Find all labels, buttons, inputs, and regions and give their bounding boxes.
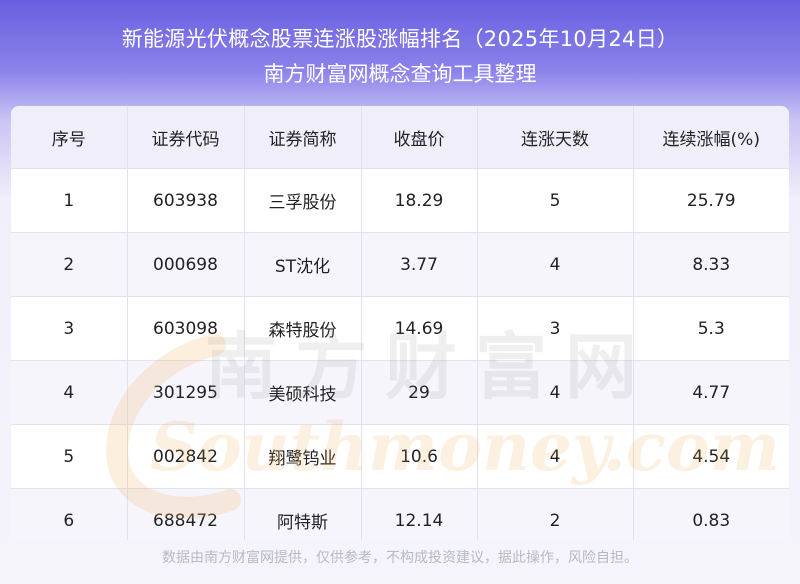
cell-close-price: 18.29 xyxy=(361,168,478,233)
cell-cumulative-gain: 4.54 xyxy=(633,424,789,489)
cell-close-price: 29 xyxy=(361,360,478,425)
header: 新能源光伏概念股票连涨股涨幅排名（2025年10月24日） 南方财富网概念查询工… xyxy=(0,0,800,100)
cell-index: 2 xyxy=(11,232,128,297)
cell-close-price: 14.69 xyxy=(361,296,478,361)
cell-index: 6 xyxy=(11,488,128,540)
table-header-row: 序号 证券代码 证券简称 收盘价 连涨天数 连续涨幅(%) xyxy=(11,106,789,169)
cell-close-price: 10.6 xyxy=(361,424,478,489)
cell-index: 1 xyxy=(11,168,128,233)
table-row: 1 603938 三孚股份 18.29 5 25.79 xyxy=(11,168,789,233)
column-header-rising-days: 连涨天数 xyxy=(477,106,634,169)
cell-code: 301295 xyxy=(127,360,245,425)
disclaimer-footer: 数据由南方财富网提供，仅供参考，不构成投资建议，据此操作，风险自担。 xyxy=(162,550,638,566)
cell-name: 美硕科技 xyxy=(244,360,362,425)
cell-close-price: 3.77 xyxy=(361,232,478,297)
cell-code: 603938 xyxy=(127,168,245,233)
table-row: 5 002842 翔鹭钨业 10.6 4 4.54 xyxy=(11,424,789,489)
cell-code: 603098 xyxy=(127,296,245,361)
table-row: 4 301295 美硕科技 29 4 4.77 xyxy=(11,360,789,425)
cell-name: 三孚股份 xyxy=(244,168,362,233)
cell-code: 000698 xyxy=(127,232,245,297)
ranking-table-card: 序号 证券代码 证券简称 收盘价 连涨天数 连续涨幅(%) 1 603938 三… xyxy=(11,106,789,540)
column-header-cumulative-gain: 连续涨幅(%) xyxy=(633,106,789,169)
table-row: 2 000698 ST沈化 3.77 4 8.33 xyxy=(11,232,789,297)
cell-name: ST沈化 xyxy=(244,232,362,297)
cell-index: 4 xyxy=(11,360,128,425)
cell-name: 森特股份 xyxy=(244,296,362,361)
cell-rising-days: 5 xyxy=(477,168,634,233)
table-row: 3 603098 森特股份 14.69 3 5.3 xyxy=(11,296,789,361)
cell-rising-days: 2 xyxy=(477,488,634,540)
cell-cumulative-gain: 8.33 xyxy=(633,232,789,297)
cell-close-price: 12.14 xyxy=(361,488,478,540)
cell-code: 688472 xyxy=(127,488,245,540)
cell-cumulative-gain: 25.79 xyxy=(633,168,789,233)
cell-index: 3 xyxy=(11,296,128,361)
cell-name: 翔鹭钨业 xyxy=(244,424,362,489)
column-header-code: 证券代码 xyxy=(127,106,245,169)
page-subtitle: 南方财富网概念查询工具整理 xyxy=(263,62,537,86)
ranking-table: 序号 证券代码 证券简称 收盘价 连涨天数 连续涨幅(%) 1 603938 三… xyxy=(11,106,789,540)
column-header-close-price: 收盘价 xyxy=(361,106,478,169)
cell-cumulative-gain: 0.83 xyxy=(633,488,789,540)
column-header-name: 证券简称 xyxy=(244,106,362,169)
cell-cumulative-gain: 5.3 xyxy=(633,296,789,361)
cell-rising-days: 4 xyxy=(477,232,634,297)
cell-rising-days: 4 xyxy=(477,424,634,489)
cell-rising-days: 4 xyxy=(477,360,634,425)
cell-cumulative-gain: 4.77 xyxy=(633,360,789,425)
page-title: 新能源光伏概念股票连涨股涨幅排名（2025年10月24日） xyxy=(121,27,679,51)
table-row: 6 688472 阿特斯 12.14 2 0.83 xyxy=(11,488,789,540)
cell-name: 阿特斯 xyxy=(244,488,362,540)
cell-code: 002842 xyxy=(127,424,245,489)
cell-rising-days: 3 xyxy=(477,296,634,361)
column-header-index: 序号 xyxy=(11,106,128,169)
cell-index: 5 xyxy=(11,424,128,489)
